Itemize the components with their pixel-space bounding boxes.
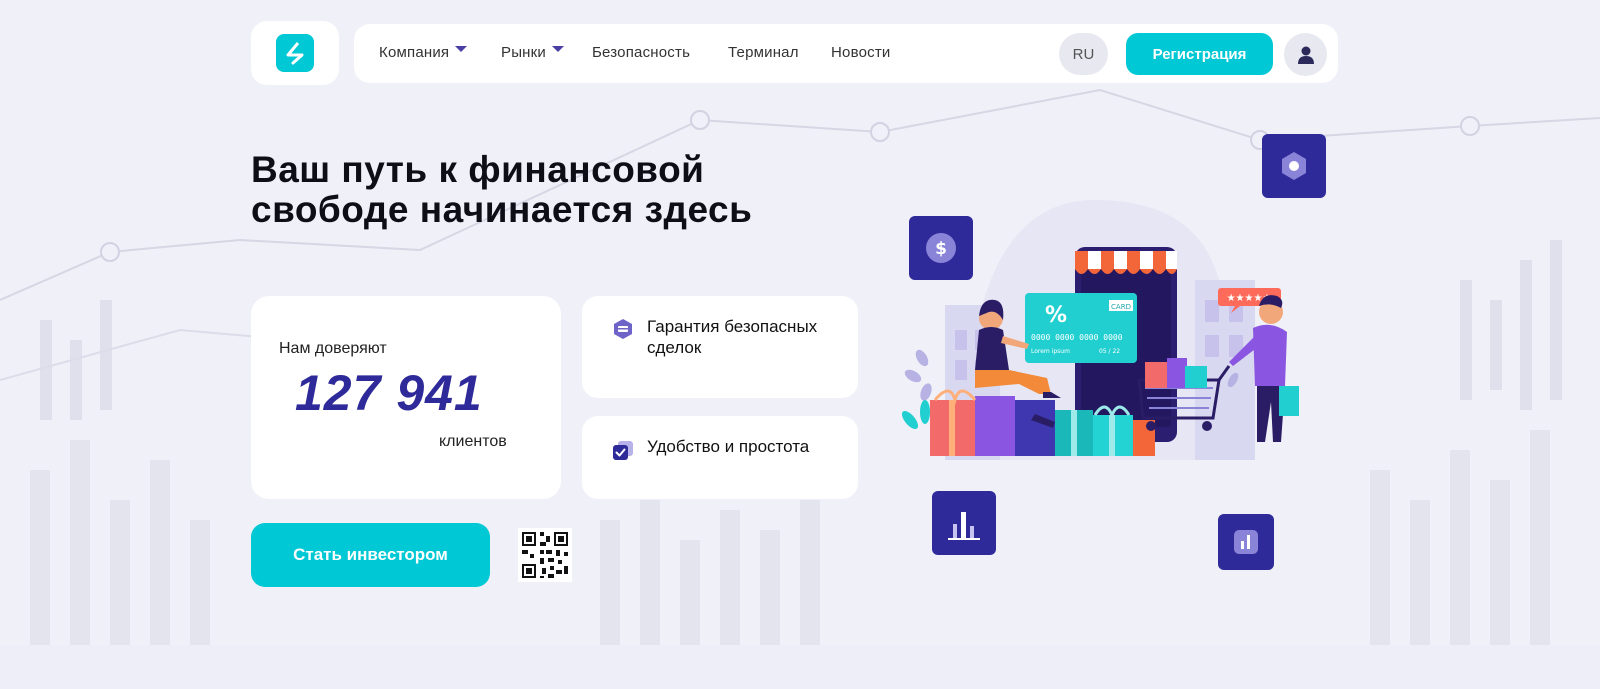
card-expiry: 05 / 22 xyxy=(1099,348,1120,355)
card-number: 0000 0000 0000 0000 xyxy=(1031,333,1123,342)
trust-suffix: клиентов xyxy=(439,433,507,450)
feature-text: Гарантия безопасных сделок xyxy=(647,317,818,357)
client-count: 127 941 xyxy=(295,365,483,421)
nav-item-label: Компания xyxy=(379,44,450,61)
qr-code-icon[interactable] xyxy=(518,528,572,582)
nav-item-news[interactable]: Новости xyxy=(831,44,890,61)
chart-icon xyxy=(1218,514,1274,570)
footer-band xyxy=(0,645,1600,689)
card-name: Lorem ipsum xyxy=(1031,348,1070,355)
dollar-icon: $ xyxy=(909,216,973,280)
checkbox-icon xyxy=(613,441,633,460)
trust-card: Нам доверяют 127 941 клиентов xyxy=(251,296,561,499)
hero-title: Ваш путь к финансовой свободе начинается… xyxy=(251,149,753,230)
nav-item-label: Безопасность xyxy=(592,44,691,61)
card-percent: % xyxy=(1045,303,1067,328)
hero-illustration: $ % CARD 0000 0000 0000 0000 Lorem ipsum… xyxy=(901,134,1326,570)
chevron-down-icon xyxy=(552,46,565,53)
feature-card-convenience: Удобство и простота xyxy=(582,416,858,499)
become-investor-button[interactable]: Стать инвестором xyxy=(251,523,490,587)
trust-label: Нам доверяют xyxy=(279,340,387,357)
user-icon xyxy=(1297,46,1314,64)
register-button[interactable]: Регистрация xyxy=(1126,33,1273,75)
feature-text: Удобство и простота xyxy=(647,437,810,456)
nav-item-markets[interactable]: Рынки xyxy=(501,44,565,61)
nav-item-company[interactable]: Компания xyxy=(379,44,468,61)
brand-logo-icon xyxy=(276,34,314,72)
user-account-button[interactable] xyxy=(1284,33,1327,76)
nav-item-security[interactable]: Безопасность xyxy=(592,44,690,61)
nav-item-label: Терминал xyxy=(728,44,799,61)
card-shield-icon xyxy=(614,319,632,339)
feature-card-safety: Гарантия безопасных сделок xyxy=(582,296,858,398)
nav-item-terminal[interactable]: Терминал xyxy=(728,44,799,61)
brand-logo[interactable] xyxy=(251,21,339,85)
svg-text:$: $ xyxy=(935,239,947,259)
nav-item-label: Новости xyxy=(831,44,891,61)
hexagon-icon xyxy=(1262,134,1326,198)
language-switcher[interactable]: RU xyxy=(1059,33,1108,75)
chevron-down-icon xyxy=(455,46,468,53)
bar-chart-icon xyxy=(932,491,996,555)
card-label: CARD xyxy=(1111,303,1131,311)
nav-item-label: Рынки xyxy=(501,44,547,61)
